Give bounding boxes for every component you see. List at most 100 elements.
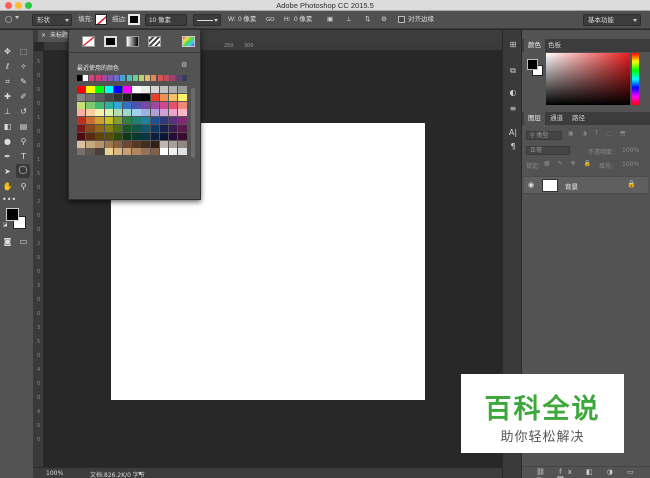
color-swatch[interactable] [113,132,123,140]
fill-value[interactable]: 100% [622,161,639,168]
stroke-swatch[interactable] [128,14,140,25]
color-swatch[interactable] [123,109,132,117]
color-swatch[interactable] [77,101,86,109]
color-swatch[interactable] [113,101,123,109]
color-swatch[interactable] [178,101,187,109]
pen-tool-icon[interactable]: ✒ [2,151,13,162]
color-swatch[interactable] [150,117,159,125]
color-swatch[interactable] [178,125,187,132]
swatches-scrollbar[interactable] [191,88,195,158]
chevron-right-icon[interactable]: ▸ [139,470,142,477]
color-swatch[interactable] [169,86,178,93]
color-swatch[interactable] [150,86,159,93]
color-swatch[interactable] [77,93,86,101]
marquee-tool-icon[interactable]: ⬚ [18,46,29,57]
color-swatch[interactable] [95,93,104,101]
align-edges-checkbox[interactable] [398,16,405,23]
color-swatch[interactable] [77,132,86,140]
recent-color-swatch[interactable] [151,75,157,81]
color-swatch[interactable] [95,117,104,125]
ellipse-tool-preset-icon[interactable]: ◯ [5,15,12,25]
color-swatch[interactable] [159,93,169,101]
color-spectrum-field[interactable] [546,53,630,105]
recent-color-swatch[interactable] [145,75,151,81]
color-swatch[interactable] [169,140,178,148]
color-swatch[interactable] [150,101,159,109]
character-panel-icon[interactable]: A| [508,128,518,138]
recent-color-swatch[interactable] [139,75,144,81]
color-swatch[interactable] [86,140,95,148]
color-swatch[interactable] [77,140,86,148]
tab-color[interactable]: 颜色 [524,39,545,52]
color-swatch[interactable] [178,148,187,156]
recent-color-swatch[interactable] [89,75,95,81]
color-swatch[interactable] [113,125,123,132]
path-arrangement-icon[interactable]: ⇅ [365,15,370,25]
recent-color-swatch[interactable] [120,75,126,81]
tab-layers[interactable]: 图层 [524,112,545,125]
lock-icons[interactable]: ▦ ✎ ✥ 🔒 [544,160,594,167]
color-swatch[interactable] [169,93,178,101]
color-swatch[interactable] [141,140,150,148]
color-swatch[interactable] [104,93,113,101]
foreground-color-swatch[interactable] [6,208,19,221]
color-swatch[interactable] [159,125,169,132]
recent-color-swatch[interactable] [101,75,107,81]
color-swatch[interactable] [104,86,113,93]
color-swatch[interactable] [86,86,95,93]
color-swatch[interactable] [104,132,113,140]
settings-gear-icon[interactable]: ⚙ [381,15,387,25]
opacity-value[interactable]: 100% [622,147,639,154]
recent-color-swatch[interactable] [83,75,89,81]
color-swatch[interactable] [104,101,113,109]
recent-color-swatch[interactable] [95,75,101,81]
color-swatch[interactable] [150,148,159,156]
layer-filter-icons[interactable]: ▣ ◑ T ⬚ ⬒ [568,130,629,137]
color-swatch[interactable] [104,125,113,132]
brush-tool-icon[interactable]: ✐ [18,91,29,102]
color-swatch[interactable] [132,93,141,101]
color-swatch[interactable] [77,86,86,93]
tab-channels[interactable]: 通道 [546,112,567,125]
close-tab-icon[interactable]: × [41,30,46,42]
recent-color-swatch[interactable] [114,75,120,81]
color-swatch[interactable] [132,125,141,132]
lasso-tool-icon[interactable]: ℓ [2,61,13,72]
no-color-button[interactable] [82,36,95,47]
color-swatch[interactable] [95,148,104,156]
recent-color-swatch[interactable] [108,75,113,81]
color-swatch[interactable] [113,86,123,93]
color-swatch[interactable] [123,93,132,101]
color-swatch[interactable] [113,140,123,148]
gradient-button[interactable] [126,36,139,47]
color-swatch[interactable] [178,93,187,101]
color-swatch[interactable] [159,101,169,109]
color-swatch[interactable] [178,86,187,93]
color-swatch[interactable] [150,109,159,117]
color-swatch[interactable] [86,148,95,156]
color-swatch[interactable] [123,101,132,109]
layer-kind-filter[interactable]: ⚲ 类型 [526,131,562,140]
paragraph-panel-icon[interactable]: ¶ [508,142,518,152]
properties-panel-icon[interactable]: ⧉ [508,66,518,76]
hand-tool-icon[interactable]: ✋ [2,181,13,192]
color-swatch[interactable] [169,132,178,140]
color-swatch[interactable] [159,132,169,140]
color-swatch[interactable] [159,148,169,156]
recent-color-swatch[interactable] [182,75,188,81]
layer-row[interactable]: ◉ 背景 🔒 [524,176,648,194]
color-swatch[interactable] [123,140,132,148]
quick-mask-icon[interactable]: ◙ [2,236,13,247]
color-swatch[interactable] [141,125,150,132]
color-swatch[interactable] [104,148,113,156]
eye-icon[interactable]: ◉ [528,181,534,189]
color-swatch[interactable] [178,140,187,148]
h-value[interactable]: 0 像素 [294,15,312,25]
color-swatch[interactable] [159,86,169,93]
color-swatch[interactable] [86,109,95,117]
color-swatch[interactable] [113,93,123,101]
color-swatch[interactable] [150,132,159,140]
color-swatch[interactable] [159,109,169,117]
color-swatch[interactable] [178,109,187,117]
w-value[interactable]: 0 像素 [238,15,256,25]
